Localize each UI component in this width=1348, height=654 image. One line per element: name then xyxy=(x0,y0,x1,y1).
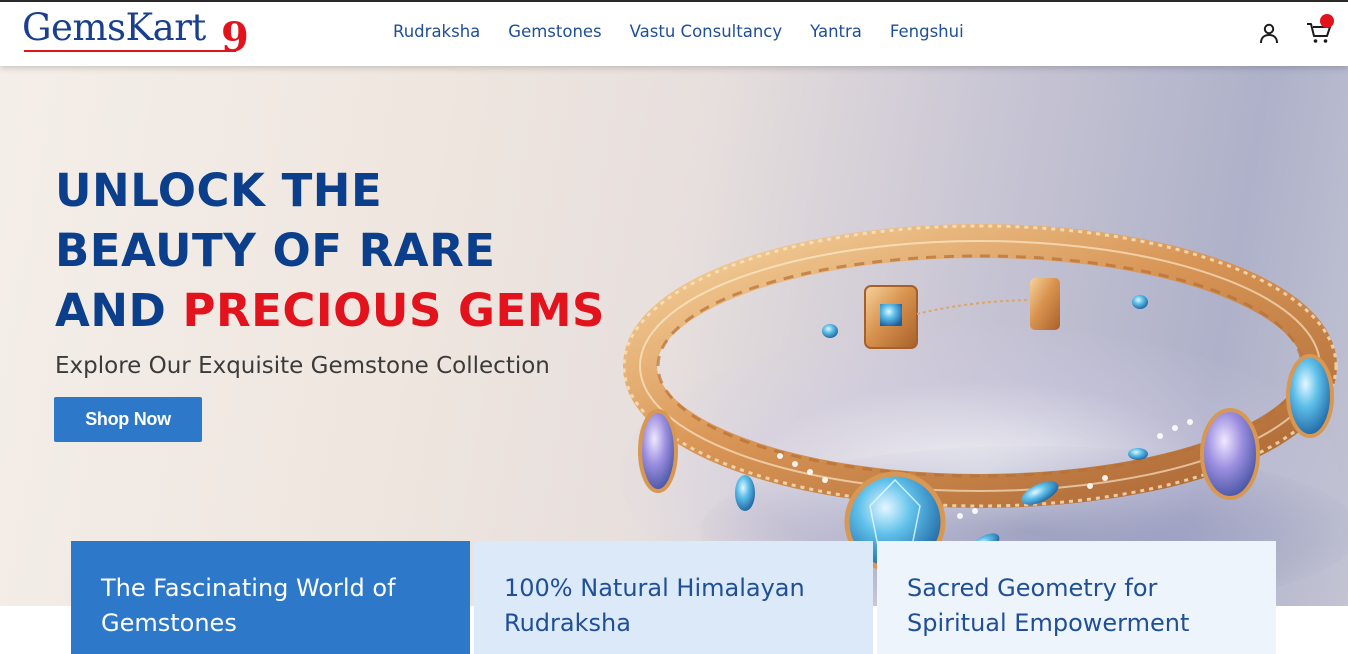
feature-card-rudraksha[interactable]: 100% Natural Himalayan Rudraksha xyxy=(474,541,873,654)
nav-yantra[interactable]: Yantra xyxy=(810,22,862,41)
nav-gemstones[interactable]: Gemstones xyxy=(508,22,601,41)
bracelet-image xyxy=(622,224,1338,573)
site-header: GemsKart 9 Rudraksha Gemstones Vastu Con… xyxy=(0,2,1348,66)
card-title-line-2: Gemstones xyxy=(101,609,237,637)
user-icon[interactable] xyxy=(1258,22,1280,44)
nav-fengshui[interactable]: Fengshui xyxy=(890,22,964,41)
cart-badge xyxy=(1320,14,1334,28)
card-title-line-1: 100% Natural Himalayan xyxy=(504,574,805,602)
hero-heading-and: AND xyxy=(55,284,167,337)
feature-card-gemstones[interactable]: The Fascinating World of Gemstones xyxy=(71,541,470,654)
card-title-line-2: Rudraksha xyxy=(504,609,631,637)
card-title-line-1: Sacred Geometry for xyxy=(907,574,1158,602)
hero-heading-line-2: BEAUTY OF RARE xyxy=(55,224,496,277)
hero-subtitle: Explore Our Exquisite Gemstone Collectio… xyxy=(55,353,550,379)
feature-card-sacred-geometry[interactable]: Sacred Geometry for Spiritual Empowermen… xyxy=(877,541,1276,654)
shop-now-button[interactable]: Shop Now xyxy=(54,397,202,442)
nav-rudraksha[interactable]: Rudraksha xyxy=(393,22,480,41)
gemskart9-logo[interactable]: GemsKart 9 xyxy=(22,6,252,61)
logo-wordmark: GemsKart xyxy=(22,6,206,49)
hero-heading-highlight: PRECIOUS GEMS xyxy=(182,284,605,337)
feature-cards: The Fascinating World of Gemstones 100% … xyxy=(0,541,1348,654)
nav-vastu-consultancy[interactable]: Vastu Consultancy xyxy=(630,22,782,41)
hero-heading-line-3: AND PRECIOUS GEMS xyxy=(55,288,605,333)
main-nav: Rudraksha Gemstones Vastu Consultancy Ya… xyxy=(393,22,992,41)
card-title-line-2: Spiritual Empowerment xyxy=(907,609,1190,637)
hero-heading-line-1: UNLOCK THE xyxy=(55,164,383,217)
logo-underline xyxy=(24,50,236,52)
card-title-line-1: The Fascinating World of xyxy=(101,574,396,602)
hero-banner: UNLOCK THE BEAUTY OF RARE AND PRECIOUS G… xyxy=(0,66,1348,606)
logo-nine-mark: 9 xyxy=(221,14,249,61)
